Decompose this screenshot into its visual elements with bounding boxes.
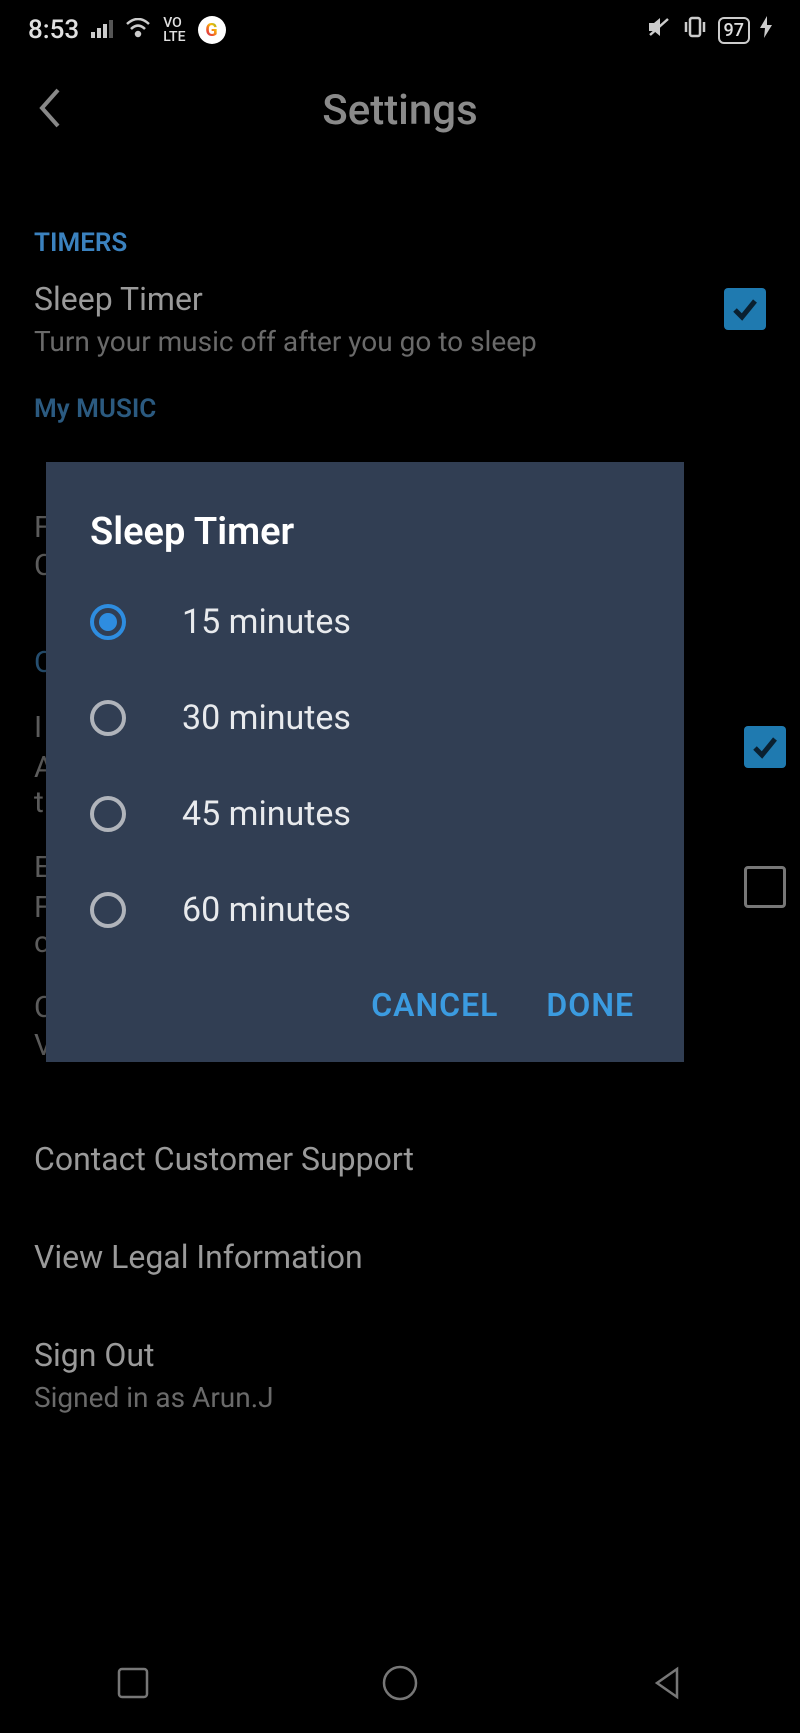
vibrate-icon [682, 14, 708, 47]
wifi-icon [125, 15, 151, 45]
google-icon: G [198, 16, 226, 44]
done-button[interactable]: DONE [546, 986, 634, 1024]
option-60[interactable]: 60 minutes [46, 862, 684, 958]
battery-icon: 97 [718, 17, 750, 44]
page-title: Settings [322, 86, 477, 135]
option-30[interactable]: 30 minutes [46, 670, 684, 766]
checkbox-peek-1[interactable] [744, 726, 786, 768]
sleep-timer-sub: Turn your music off after you go to slee… [34, 324, 537, 360]
nav-recent[interactable] [115, 1665, 151, 1705]
section-timers: TIMERS [34, 228, 766, 258]
row-sleep-timer[interactable]: Sleep Timer Turn your music off after yo… [34, 280, 766, 360]
signout-sub: Signed in as Arun.J [34, 1380, 274, 1416]
status-bar: 8:53 VO LTE G 97 [0, 0, 800, 60]
mute-icon [646, 15, 672, 46]
sleep-timer-title: Sleep Timer [34, 280, 537, 318]
radio-icon [90, 796, 126, 832]
dialog-title: Sleep Timer [46, 510, 684, 574]
nav-back[interactable] [649, 1665, 685, 1705]
signal-icon [91, 15, 113, 45]
section-my-music: My MUSIC [34, 394, 766, 424]
nav-home[interactable] [380, 1663, 420, 1707]
option-45[interactable]: 45 minutes [46, 766, 684, 862]
sleep-timer-checkbox[interactable] [724, 288, 766, 330]
row-contact[interactable]: Contact Customer Support [34, 1140, 766, 1178]
row-signout[interactable]: Sign Out Signed in as Arun.J [34, 1336, 766, 1416]
sleep-timer-dialog: Sleep Timer 15 minutes 30 minutes 45 min… [46, 462, 684, 1062]
system-nav [0, 1655, 800, 1715]
checkbox-peek-2[interactable] [744, 866, 786, 908]
row-legal[interactable]: View Legal Information [34, 1238, 766, 1276]
app-header: Settings [0, 60, 800, 160]
charging-icon [760, 15, 772, 45]
volte-icon: VO LTE [163, 16, 185, 44]
option-15[interactable]: 15 minutes [46, 574, 684, 670]
radio-icon [90, 604, 126, 640]
radio-icon [90, 892, 126, 928]
cancel-button[interactable]: CANCEL [371, 986, 498, 1024]
signout-title: Sign Out [34, 1336, 274, 1374]
radio-icon [90, 700, 126, 736]
back-button[interactable] [36, 86, 64, 134]
status-time: 8:53 [28, 15, 79, 45]
settings-content: TIMERS Sleep Timer Turn your music off a… [0, 160, 800, 424]
